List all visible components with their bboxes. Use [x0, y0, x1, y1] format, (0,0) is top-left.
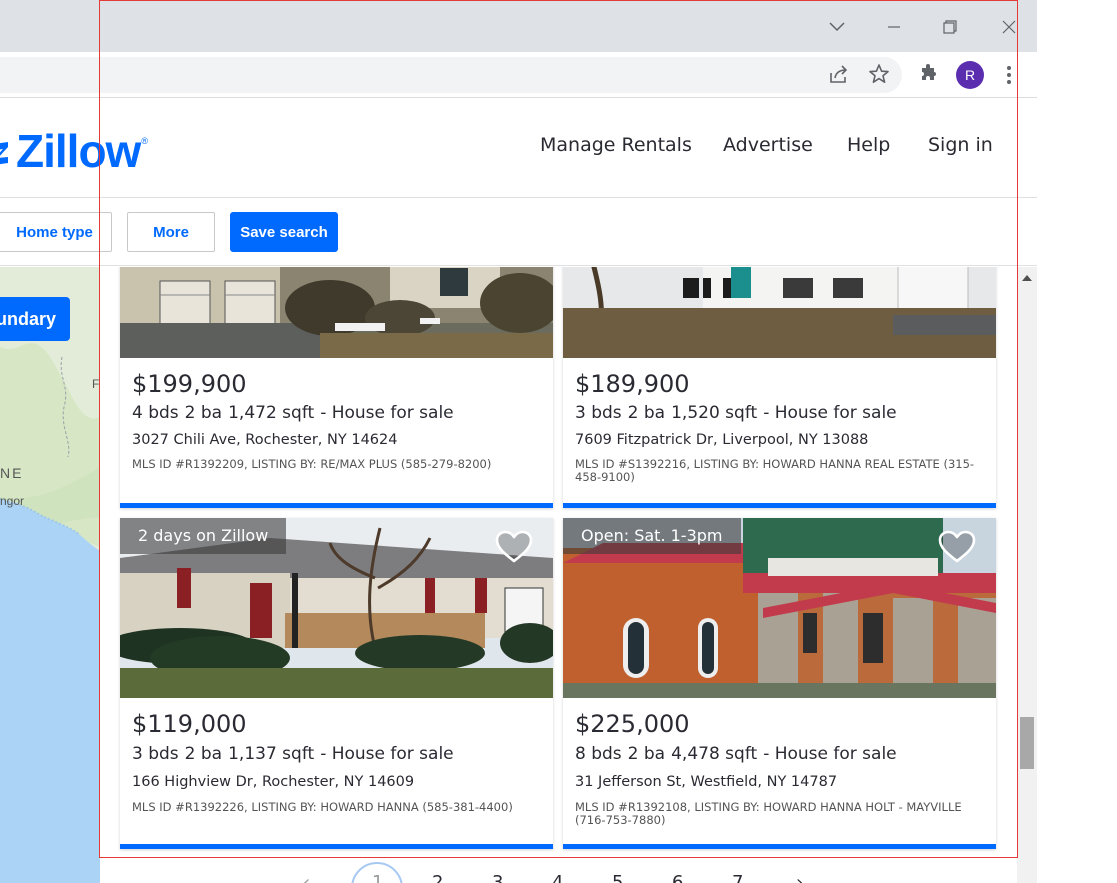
listing-type: - House for sale: [763, 403, 897, 423]
listing-sqft: 1,137 sqft: [228, 744, 315, 764]
home-type-button[interactable]: Home type: [0, 212, 112, 252]
listing-accent-bar: [120, 844, 553, 849]
listing-mls: MLS ID #R1392108, LISTING BY: HOWARD HAN…: [575, 800, 962, 827]
map-label-ne: NE: [0, 465, 24, 481]
share-icon[interactable]: [828, 64, 850, 86]
map[interactable]: undary NE ngor F: [0, 267, 100, 883]
map-label-bangor: ngor: [0, 494, 25, 508]
listing-sqft: 4,478 sqft: [671, 744, 758, 764]
listing-card[interactable]: $199,900 4 bds 2 ba 1,472 sqft - House for …: [120, 267, 553, 508]
browser-titlebar: [0, 0, 1037, 52]
listing-accent-bar: [563, 503, 996, 508]
heart-icon[interactable]: [938, 530, 976, 564]
listing-badge: 2 days on Zillow: [120, 518, 287, 554]
close-icon[interactable]: [996, 14, 1022, 40]
listing-details: 3 bds 2 ba 1,520 sqft - House for sale: [575, 403, 903, 423]
pagination-page-2[interactable]: 2: [432, 872, 443, 883]
pagination-page-3[interactable]: 3: [492, 872, 503, 883]
zillow-logo-mark-icon: [0, 138, 12, 165]
listings-panel: $199,900 4 bds 2 ba 1,472 sqft - House for …: [100, 267, 1017, 883]
pagination-page-7[interactable]: 7: [732, 872, 743, 883]
more-filters-button[interactable]: More: [127, 212, 215, 252]
listing-address[interactable]: 7609 Fitzpatrick Dr, Liverpool, NY 13088: [575, 432, 868, 448]
scroll-thumb[interactable]: [1020, 717, 1034, 769]
pagination: ‹ 1 2 3 4 5 6 7 ›: [100, 858, 1017, 883]
listing-baths: 2 ba: [627, 403, 666, 423]
pagination-page-1[interactable]: 1: [372, 872, 383, 883]
extensions-icon[interactable]: [918, 63, 940, 85]
page: R Zillow ® Manage Rentals Advertise Help…: [0, 0, 1117, 883]
listing-card[interactable]: $189,900 3 bds 2 ba 1,520 sqft - House for …: [563, 267, 996, 508]
logo-text: Zillow: [16, 125, 141, 177]
listing-address[interactable]: 166 Highview Dr, Rochester, NY 14609: [132, 774, 414, 790]
heart-icon[interactable]: [495, 530, 533, 564]
listing-badge: Open: Sat. 1-3pm: [563, 518, 741, 554]
draw-boundary-button[interactable]: undary: [0, 297, 70, 341]
pagination-page-5[interactable]: 5: [612, 872, 623, 883]
listing-details: 8 bds 2 ba 4,478 sqft - House for sale: [575, 744, 903, 764]
site-header: Zillow ® Manage Rentals Advertise Help S…: [0, 98, 1037, 198]
listing-beds: 3 bds: [575, 403, 622, 423]
listing-photo[interactable]: [120, 267, 553, 358]
nav-advertise[interactable]: Advertise: [723, 134, 813, 156]
pagination-page-4[interactable]: 4: [552, 872, 563, 883]
listing-price: $225,000: [575, 710, 690, 738]
listing-sqft: 1,520 sqft: [671, 403, 758, 423]
profile-avatar[interactable]: R: [956, 61, 984, 89]
listing-type: - House for sale: [320, 744, 454, 764]
listing-price: $189,900: [575, 370, 690, 398]
listings-scrollbar[interactable]: [1017, 267, 1037, 883]
listing-beds: 3 bds: [132, 744, 179, 764]
star-icon[interactable]: [868, 63, 890, 85]
nav-manage-rentals[interactable]: Manage Rentals: [540, 134, 692, 156]
scroll-up-arrow-icon[interactable]: [1022, 275, 1032, 281]
listing-price: $119,000: [132, 710, 247, 738]
save-search-button[interactable]: Save search: [230, 212, 338, 252]
listing-baths: 2 ba: [184, 403, 223, 423]
listing-mls: MLS ID #S1392216, LISTING BY: HOWARD HAN…: [575, 457, 975, 484]
listing-baths: 2 ba: [184, 744, 223, 764]
listing-price: $199,900: [132, 370, 247, 398]
listing-mls: MLS ID #R1392209, LISTING BY: RE/MAX PLU…: [132, 457, 492, 471]
logo-registered-mark: ®: [141, 136, 148, 146]
listing-address[interactable]: 31 Jefferson St, Westfield, NY 14787: [575, 774, 837, 790]
listing-sqft: 1,472 sqft: [228, 403, 315, 423]
minimize-icon[interactable]: [881, 14, 907, 40]
listing-details: 3 bds 2 ba 1,137 sqft - House for sale: [132, 744, 460, 764]
menu-icon[interactable]: [1002, 64, 1016, 86]
listing-photo[interactable]: [563, 267, 996, 358]
listing-baths: 2 ba: [627, 744, 666, 764]
listing-mls: MLS ID #R1392226, LISTING BY: HOWARD HAN…: [132, 800, 513, 814]
listing-accent-bar: [120, 503, 553, 508]
nav-help[interactable]: Help: [847, 134, 890, 156]
chevron-down-icon[interactable]: [824, 14, 850, 40]
pagination-page-6[interactable]: 6: [672, 872, 683, 883]
listing-card[interactable]: Open: Sat. 1-3pm $225,000 8 bds 2 ba 4,478…: [563, 518, 996, 849]
pagination-prev[interactable]: ‹: [303, 872, 310, 883]
filter-bar: Home type More Save search: [0, 198, 1037, 266]
zillow-logo[interactable]: Zillow ®: [0, 126, 148, 176]
pagination-next[interactable]: ›: [796, 872, 803, 883]
listing-address[interactable]: 3027 Chili Ave, Rochester, NY 14624: [132, 432, 397, 448]
restore-icon[interactable]: [937, 14, 963, 40]
address-bar[interactable]: [0, 57, 902, 93]
nav-sign-in[interactable]: Sign in: [928, 134, 993, 156]
map-terrain: [0, 267, 100, 883]
listing-card[interactable]: 2 days on Zillow $119,000 3 bds 2 ba 1,137…: [120, 518, 553, 849]
map-label-f: F: [92, 377, 100, 391]
listing-type: - House for sale: [320, 403, 454, 423]
listing-beds: 8 bds: [575, 744, 622, 764]
listing-type: - House for sale: [763, 744, 897, 764]
listing-beds: 4 bds: [132, 403, 179, 423]
listing-accent-bar: [563, 844, 996, 849]
listing-details: 4 bds 2 ba 1,472 sqft - House for sale: [132, 403, 460, 423]
